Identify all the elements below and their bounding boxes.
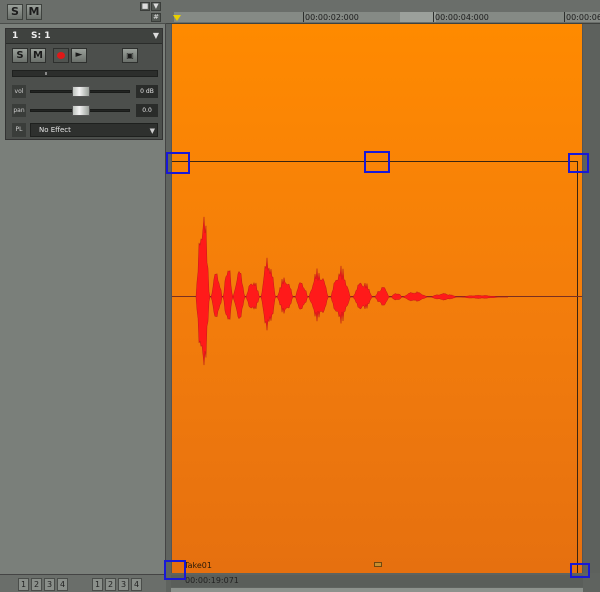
audio-waveform [195, 216, 508, 366]
ruler-label-6s: 00:00:06 [566, 13, 600, 22]
effects-label: PL [12, 123, 26, 137]
clip-status-bar: 00:00:19:071 [171, 575, 583, 587]
waveform-shape [195, 216, 508, 366]
clip-name: Take01 [184, 561, 212, 570]
volume-slider[interactable] [30, 86, 130, 97]
track-name[interactable]: S: 1 [31, 31, 50, 41]
pan-slider-thumb[interactable] [72, 105, 90, 116]
time-ruler[interactable]: 00:00:02:000 00:00:04:000 00:00:06 [166, 0, 600, 24]
pan-slider[interactable] [30, 105, 130, 116]
group-b-3-button[interactable]: 3 [118, 578, 129, 591]
envelope-handle-left[interactable] [166, 152, 190, 174]
group-b-2-button[interactable]: 2 [105, 578, 116, 591]
audio-clip[interactable]: Take01 [171, 24, 583, 573]
chevron-down-icon[interactable]: ▼ [150, 125, 155, 137]
volume-label: vol [12, 85, 26, 98]
lock-icon[interactable]: ■ [140, 2, 150, 11]
track-header: 1 S: 1 ▼ S M ► ▣ vol 0 dB pan 0.0 PL No … [5, 28, 163, 140]
grid-icon[interactable]: # [151, 13, 161, 22]
envelope-handle-right[interactable] [568, 153, 589, 173]
fade-in-handle[interactable] [164, 560, 186, 580]
volume-slider-row: vol 0 dB [12, 85, 158, 98]
track-panel-toolbar: S M ■ ▼ # [0, 0, 166, 24]
track-number: 1 [12, 31, 19, 41]
group-b-4-button[interactable]: 4 [131, 578, 142, 591]
ruler-selection [400, 12, 436, 22]
track-mute-button[interactable]: M [30, 48, 46, 63]
horizontal-scrollbar[interactable] [171, 588, 583, 592]
ruler-label-4s: 00:00:04:000 [435, 13, 489, 22]
speaker-icon[interactable]: ► [71, 48, 87, 63]
effects-dropdown[interactable]: No Effect ▼ [30, 123, 158, 137]
volume-value[interactable]: 0 dB [136, 85, 158, 98]
effects-row: PL No Effect ▼ [12, 123, 158, 137]
track-panel: S M ■ ▼ # 1 S: 1 ▼ S M ► ▣ vol 0 dB pan [0, 0, 166, 592]
volume-slider-thumb[interactable] [72, 86, 90, 97]
level-meter [12, 70, 158, 77]
effects-value: No Effect [39, 126, 71, 134]
lock-icon[interactable]: ▣ [122, 48, 138, 63]
record-arm-button[interactable] [53, 48, 69, 63]
playhead-marker[interactable] [173, 15, 181, 21]
clip-fade-icon[interactable] [374, 562, 382, 567]
clip-gap [583, 24, 600, 573]
group-a-2-button[interactable]: 2 [31, 578, 42, 591]
track-solo-button[interactable]: S [12, 48, 28, 63]
group-a-1-button[interactable]: 1 [18, 578, 29, 591]
track-title-bar[interactable]: 1 S: 1 ▼ [6, 29, 162, 44]
ruler-strip[interactable] [174, 12, 600, 22]
global-mute-button[interactable]: M [26, 4, 42, 20]
group-a-3-button[interactable]: 3 [44, 578, 55, 591]
pan-label: pan [12, 104, 26, 117]
envelope-handle-center[interactable] [364, 151, 390, 173]
track-menu-icon[interactable]: ▼ [153, 31, 159, 40]
group-a-4-button[interactable]: 4 [57, 578, 68, 591]
group-b-1-button[interactable]: 1 [92, 578, 103, 591]
timeline-area: 00:00:02:000 00:00:04:000 00:00:06 Take0… [164, 0, 600, 592]
clip-length-time: 00:00:19:071 [185, 576, 239, 585]
chevron-down-icon[interactable]: ▼ [151, 2, 161, 11]
fade-out-handle[interactable] [570, 563, 590, 578]
pan-value[interactable]: 0.0 [136, 104, 158, 117]
pan-slider-row: pan 0.0 [12, 104, 158, 117]
global-solo-button[interactable]: S [7, 4, 23, 20]
track-groups-bar: 1 2 3 4 1 2 3 4 [0, 574, 166, 592]
ruler-label-2s: 00:00:02:000 [305, 13, 359, 22]
